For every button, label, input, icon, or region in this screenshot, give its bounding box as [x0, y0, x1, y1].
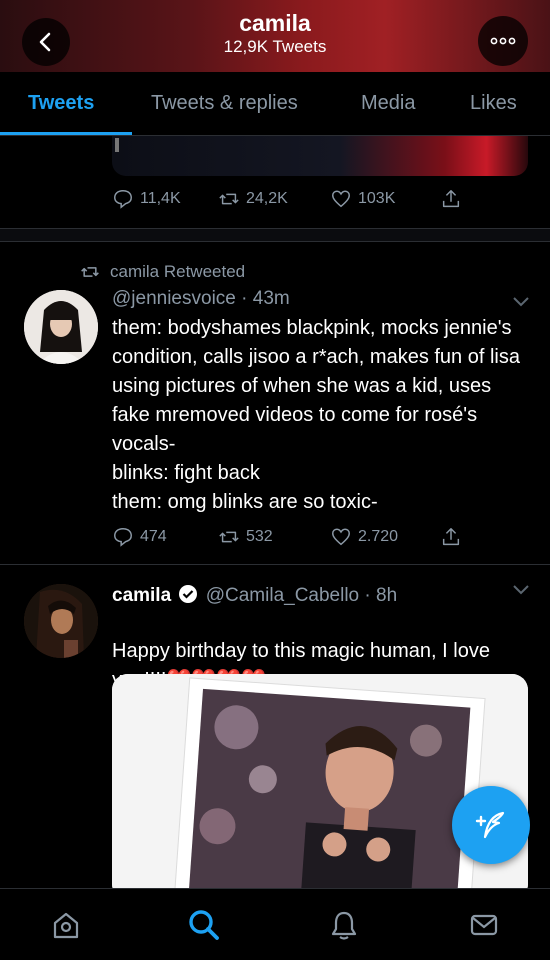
notifications-icon [331, 911, 357, 940]
nav-messages[interactable] [466, 907, 502, 943]
nav-home[interactable] [48, 907, 84, 943]
avatar-image [24, 584, 98, 658]
media-image [112, 674, 528, 900]
chevron-down-icon[interactable] [512, 296, 530, 308]
reply-count: 11,4K [140, 190, 181, 207]
tweet-handle[interactable]: @Camila_Cabello [206, 585, 359, 606]
reply-button[interactable]: 11,4K [112, 188, 181, 210]
retweet-icon [219, 531, 239, 543]
tweet-time: · 43m [241, 288, 290, 309]
search-icon [189, 910, 219, 940]
tweet-actions: 474 532 2.720 [112, 526, 532, 552]
tab-tweets[interactable]: Tweets [28, 92, 94, 115]
chevron-down-icon[interactable] [512, 584, 530, 596]
bottom-navigation [0, 888, 550, 960]
tweet-actions: 11,4K 24,2K 103K [112, 188, 532, 214]
share-button[interactable] [440, 188, 462, 210]
active-tab-indicator [0, 132, 132, 135]
like-icon [332, 528, 350, 546]
tweet-meta: @jenniesvoice · 43m [112, 288, 290, 310]
compose-icon [475, 811, 505, 839]
retweet-button[interactable]: 532 [218, 526, 273, 548]
more-button[interactable] [478, 16, 528, 66]
like-count: 103K [358, 190, 396, 207]
reply-icon [114, 528, 132, 547]
retweet-button[interactable]: 24,2K [218, 188, 288, 210]
like-count: 2.720 [358, 528, 399, 545]
tweet-time: · 8h [364, 585, 398, 606]
like-icon [332, 190, 350, 208]
messages-icon [470, 914, 498, 936]
profile-header: camila 12,9K Tweets [0, 0, 550, 72]
profile-name: camila [239, 10, 311, 36]
tweet-divider [0, 564, 550, 565]
avatar[interactable] [24, 584, 98, 658]
tweet-media[interactable] [112, 674, 528, 900]
like-button[interactable]: 103K [330, 188, 395, 210]
display-name[interactable]: camila [112, 585, 171, 606]
media-badge [115, 138, 119, 152]
tweet-count: 12,9K Tweets [223, 37, 327, 56]
retweet-icon [219, 193, 239, 205]
profile-tabs: Tweets Tweets & replies Media Likes [0, 72, 550, 136]
tweet-handle[interactable]: @jenniesvoice [112, 288, 236, 309]
nav-notifications[interactable] [326, 907, 362, 943]
reply-button[interactable]: 474 [112, 526, 167, 548]
reply-icon [114, 190, 132, 209]
nav-search[interactable] [186, 907, 222, 943]
avatar[interactable] [24, 290, 98, 364]
retweet-count: 24,2K [246, 190, 288, 207]
retweeted-by: camila Retweeted [110, 262, 246, 281]
avatar-image [24, 290, 98, 364]
share-icon [442, 190, 460, 208]
like-button[interactable]: 2.720 [330, 526, 398, 548]
retweet-icon [81, 267, 99, 277]
share-icon [442, 528, 460, 546]
tab-tweets-replies[interactable]: Tweets & replies [151, 92, 298, 115]
section-separator [0, 228, 550, 242]
share-button[interactable] [440, 526, 462, 548]
tweet-meta: camila @Camila_Cabello · 8h [112, 584, 397, 607]
verified-icon [179, 585, 198, 603]
reply-count: 474 [140, 528, 167, 545]
tweet-body: them: bodyshames blackpink, mocks jennie… [112, 317, 520, 513]
more-icon [490, 37, 516, 45]
tweet-media[interactable] [112, 136, 528, 176]
tab-likes[interactable]: Likes [470, 92, 517, 115]
retweet-context: camila Retweeted [80, 262, 245, 282]
compose-tweet-button[interactable] [452, 786, 530, 864]
retweet-count: 532 [246, 528, 273, 545]
tab-media[interactable]: Media [361, 92, 415, 115]
home-icon [53, 912, 79, 939]
